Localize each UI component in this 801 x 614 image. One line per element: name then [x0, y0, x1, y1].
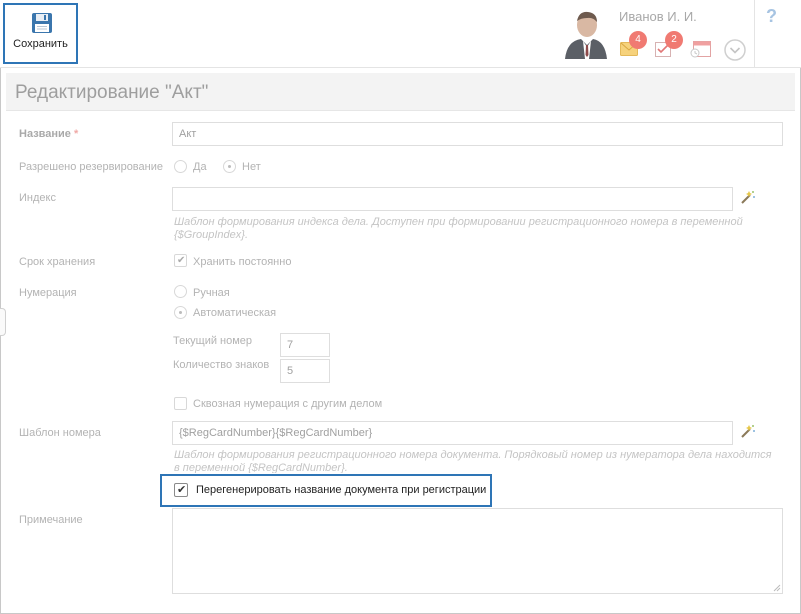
name-label: Название *: [19, 128, 78, 140]
reservation-no-radio[interactable]: [223, 160, 236, 173]
checkmark-icon: ✔: [177, 255, 186, 266]
name-input[interactable]: Акт: [172, 122, 783, 146]
keep-forever-label: Хранить постоянно: [193, 256, 292, 268]
calendar-icon[interactable]: [690, 40, 712, 58]
resize-handle-icon[interactable]: [773, 584, 781, 592]
numbering-auto-label: Автоматическая: [193, 307, 277, 319]
cross-numbering-checkbox[interactable]: [174, 397, 187, 410]
note-textarea[interactable]: [172, 508, 783, 594]
number-template-input[interactable]: {$RegCardNumber}{$RegCardNumber}: [172, 421, 733, 445]
numbering-manual-label: Ручная: [193, 287, 230, 299]
index-label: Индекс: [19, 192, 56, 204]
save-button-label: Сохранить: [13, 38, 68, 50]
reservation-no-label: Нет: [242, 161, 261, 173]
page-title: Редактирование "Акт": [15, 82, 209, 103]
numbering-manual-radio[interactable]: [174, 285, 187, 298]
reservation-yes-radio[interactable]: [174, 160, 187, 173]
sidebar-collapse-handle[interactable]: [0, 308, 6, 336]
avatar[interactable]: [563, 9, 607, 59]
reservation-yes-label: Да: [193, 161, 207, 173]
magic-wand-icon[interactable]: [740, 423, 756, 439]
regenerate-option[interactable]: ✔ Перегенерировать название документа пр…: [160, 474, 492, 507]
top-toolbar: Сохранить Иванов И. И. 4 2 ?: [0, 0, 801, 68]
number-template-label: Шаблон номера: [19, 427, 101, 439]
digits-input[interactable]: 5: [280, 359, 330, 383]
digits-label: Количество знаков: [173, 359, 270, 371]
required-mark: *: [74, 128, 79, 140]
current-number-label: Текущий номер: [173, 335, 253, 347]
checkmark-icon: ✔: [177, 484, 187, 496]
tasks-count-badge: 2: [665, 31, 683, 49]
regenerate-label: Перегенерировать название документа при …: [196, 484, 487, 496]
numbering-auto-radio[interactable]: [174, 306, 187, 319]
reservation-label: Разрешено резервирование: [19, 161, 163, 173]
keep-forever-checkbox[interactable]: ✔: [174, 254, 187, 267]
number-template-hint: Шаблон формирования регистрационного ном…: [174, 449, 772, 473]
mail-count-badge: 4: [629, 31, 647, 49]
toolbar-divider: [754, 0, 755, 68]
page-header: Редактирование "Акт": [6, 73, 795, 111]
numbering-label: Нумерация: [19, 287, 77, 299]
index-input[interactable]: [172, 187, 733, 211]
regenerate-checkbox[interactable]: ✔: [174, 483, 188, 497]
note-label: Примечание: [19, 514, 83, 526]
chevron-down-circle-icon[interactable]: [724, 39, 746, 61]
magic-wand-icon[interactable]: [740, 189, 756, 205]
user-name[interactable]: Иванов И. И.: [619, 9, 697, 24]
name-label-text: Название: [19, 128, 71, 140]
floppy-disk-icon: [32, 13, 52, 33]
help-icon[interactable]: ?: [766, 6, 777, 27]
index-hint: Шаблон формирования индекса дела. Доступ…: [174, 216, 743, 241]
cross-numbering-label: Сквозная нумерация с другим делом: [193, 398, 383, 410]
storage-label: Срок хранения: [19, 256, 96, 268]
save-button[interactable]: Сохранить: [3, 3, 78, 64]
current-number-input[interactable]: 7: [280, 333, 330, 357]
